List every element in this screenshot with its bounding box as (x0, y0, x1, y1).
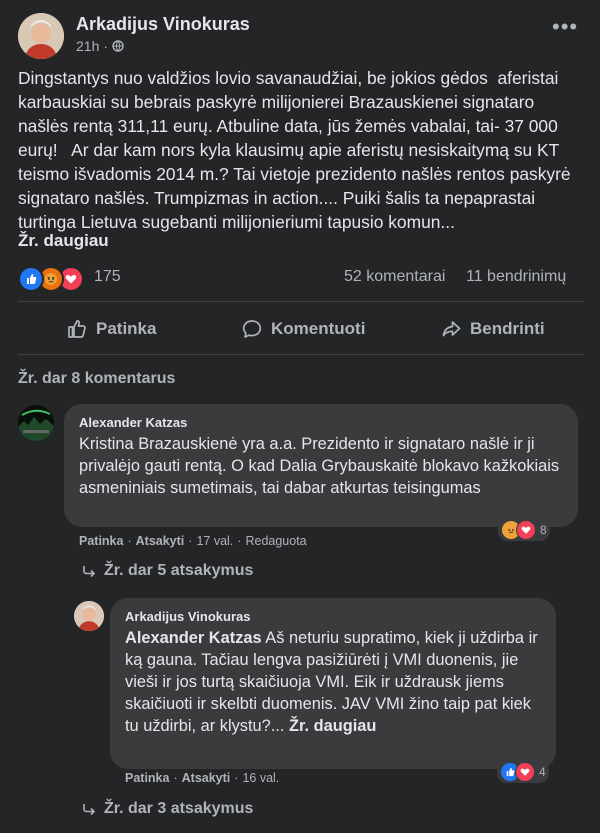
comment-like-button[interactable]: Patinka (79, 534, 123, 548)
love-reaction-icon (516, 520, 536, 540)
comment-reactions[interactable]: 8 (498, 519, 550, 541)
comments-count-link[interactable]: 52 komentarai (344, 268, 445, 286)
comment-time[interactable]: 17 val. (196, 534, 233, 548)
thumbs-up-icon (66, 318, 88, 340)
view-replies-link[interactable]: Žr. dar 5 atsakymus (82, 562, 253, 580)
shares-count-link[interactable]: 11 bendrinimų (466, 268, 566, 286)
reply-see-more-link[interactable]: Žr. daugiau (289, 717, 376, 735)
reply-reactions[interactable]: 4 (497, 761, 549, 783)
comment-author[interactable]: Alexander Katzas (79, 415, 187, 430)
author-avatar[interactable] (18, 13, 64, 59)
view-more-comments-link[interactable]: Žr. dar 8 komentarus (18, 370, 175, 388)
globe-icon (112, 40, 124, 52)
reply-reply-button[interactable]: Atsakyti (182, 771, 231, 785)
share-button[interactable]: Bendrinti (440, 318, 545, 340)
post-author-name[interactable]: Arkadijus Vinokuras (76, 14, 250, 35)
share-icon (440, 318, 462, 340)
reply-time[interactable]: 16 val. (242, 771, 279, 785)
divider-bottom (18, 354, 584, 355)
divider-top (18, 301, 584, 302)
reaction-icons[interactable] (18, 266, 84, 292)
post-see-more-link[interactable]: Žr. daugiau (18, 231, 109, 251)
share-button-label: Bendrinti (470, 319, 545, 338)
reply-arrow-icon (82, 564, 96, 578)
comment-actions: Patinka · Atsakyti · 17 val. · Redaguota (79, 534, 307, 548)
comment-button-label: Komentuoti (271, 319, 366, 338)
reply-mention[interactable]: Alexander Katzas (125, 629, 262, 647)
reply-author-avatar[interactable] (74, 601, 104, 631)
post-time[interactable]: 21h (76, 38, 99, 54)
reply-actions: Patinka · Atsakyti · 16 val. (125, 771, 280, 785)
love-reaction-icon (515, 762, 535, 782)
view-replies-label: Žr. dar 5 atsakymus (104, 562, 254, 579)
more-options-icon[interactable]: ••• (552, 14, 578, 40)
comment-reply-button[interactable]: Atsakyti (136, 534, 185, 548)
post-text: Dingstantys nuo valdžios lovio savanaudž… (18, 68, 576, 232)
like-reaction-icon (18, 266, 44, 292)
commenter-avatar[interactable] (18, 405, 54, 441)
like-button[interactable]: Patinka (66, 318, 156, 340)
comment-reaction-count: 8 (540, 523, 547, 537)
comment-button[interactable]: Komentuoti (241, 318, 365, 340)
reply-text: Alexander Katzas Aš neturiu supratimo, k… (125, 627, 541, 737)
comment-edited-label: Redaguota (245, 534, 307, 548)
reply-arrow-icon (82, 802, 96, 816)
comment-text: Kristina Brazauskienė yra a.a. Prezident… (79, 435, 560, 497)
reaction-count[interactable]: 175 (94, 268, 121, 286)
view-more-replies-label: Žr. dar 3 atsakymus (104, 800, 254, 817)
reply-like-button[interactable]: Patinka (125, 771, 169, 785)
view-more-replies-link[interactable]: Žr. dar 3 atsakymus (82, 800, 253, 818)
reply-author[interactable]: Arkadijus Vinokuras (125, 609, 250, 624)
reply-reaction-count: 4 (539, 765, 546, 779)
like-button-label: Patinka (96, 319, 157, 338)
comment-icon (241, 318, 263, 340)
post-meta: 21h · (76, 38, 124, 54)
